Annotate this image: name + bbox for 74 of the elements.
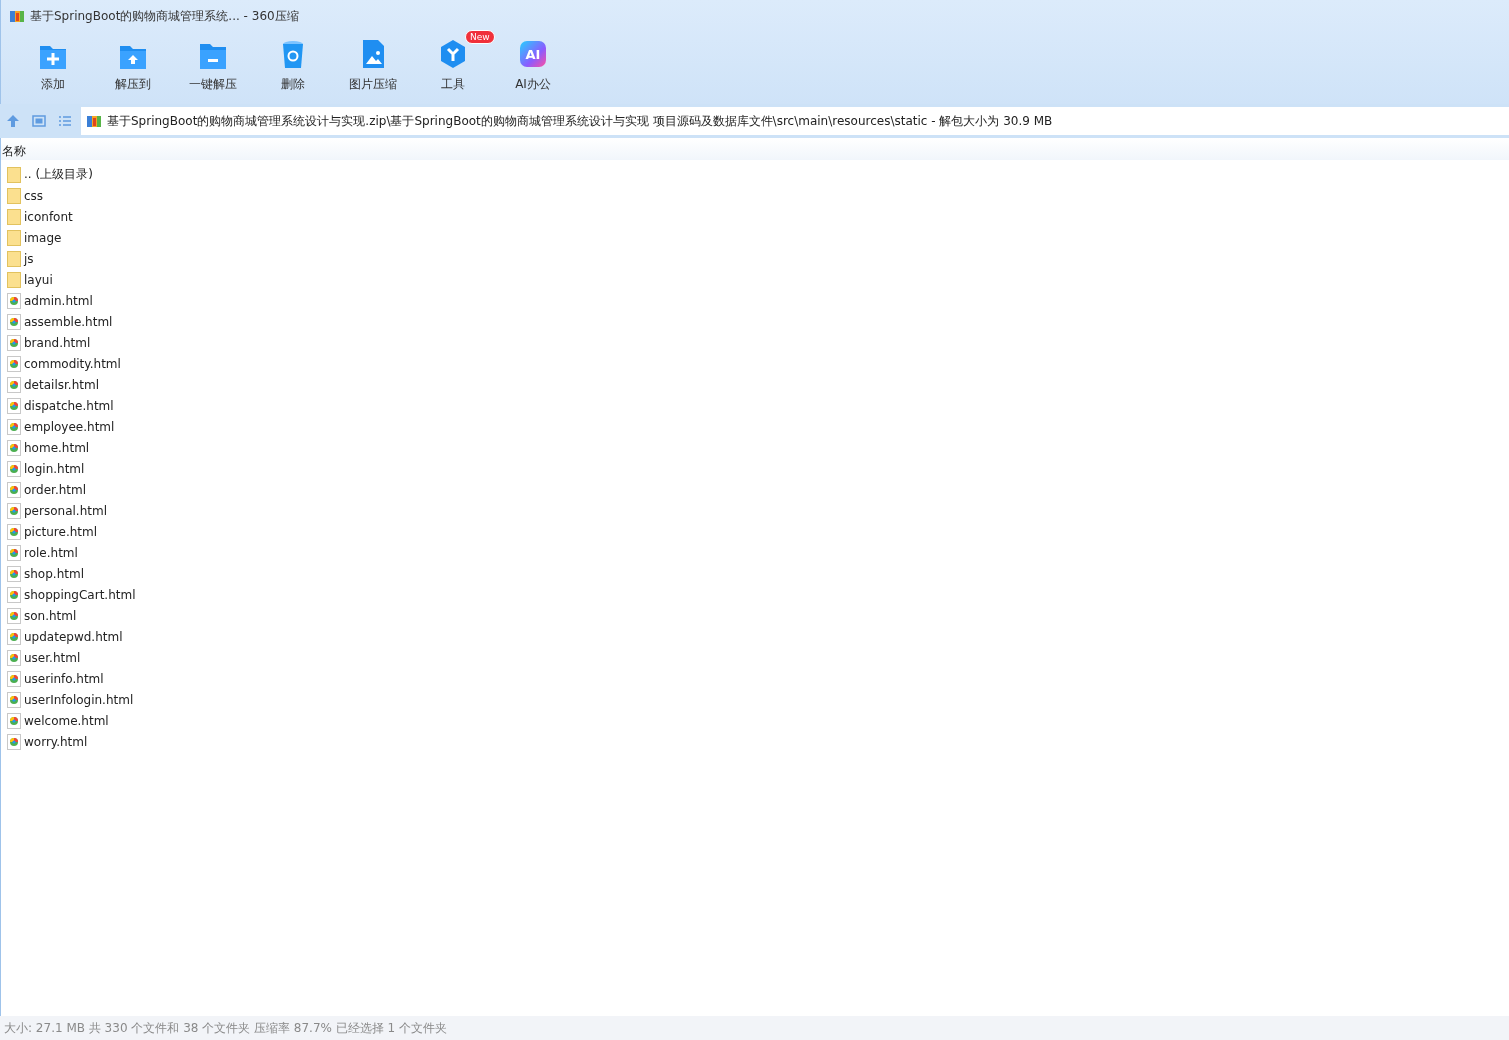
view-icon[interactable] bbox=[32, 114, 46, 128]
web-file-icon bbox=[7, 355, 21, 372]
file-name[interactable]: order.html bbox=[24, 482, 87, 497]
file-name[interactable]: employee.html bbox=[24, 419, 115, 434]
file-name[interactable]: iconfont bbox=[24, 209, 73, 224]
file-name[interactable]: updatepwd.html bbox=[24, 629, 123, 644]
archive-icon bbox=[86, 113, 102, 129]
web-file-icon bbox=[7, 670, 21, 687]
web-file-icon bbox=[7, 418, 21, 435]
window-title: 基于SpringBoot的购物商城管理系统... - 360压缩 bbox=[30, 7, 299, 25]
ai-icon: AI bbox=[517, 38, 549, 70]
file-name[interactable]: js bbox=[24, 251, 34, 266]
file-name[interactable]: shop.html bbox=[24, 566, 84, 581]
folder-icon bbox=[7, 166, 21, 183]
web-file-icon bbox=[7, 565, 21, 582]
file-name[interactable]: login.html bbox=[24, 461, 85, 476]
web-file-icon bbox=[7, 523, 21, 540]
file-name[interactable]: welcome.html bbox=[24, 713, 109, 728]
folder-icon bbox=[7, 208, 21, 225]
toolbar-button[interactable]: 一键解压 bbox=[173, 32, 253, 104]
web-file-icon bbox=[7, 439, 21, 456]
file-name[interactable]: assemble.html bbox=[24, 314, 113, 329]
toolbar-button[interactable]: 工具 New bbox=[413, 32, 493, 104]
toolbar-button[interactable]: 解压到 bbox=[93, 32, 173, 104]
web-file-icon bbox=[7, 628, 21, 645]
address-path: 基于SpringBoot的购物商城管理系统设计与实现.zip\基于SpringBoot的购物商城管理系统设计与实现 项目源码及数据库文件\src\main\resources\static - 解包大小为 30.9 MB bbox=[107, 112, 1053, 130]
file-name[interactable]: userInfologin.html bbox=[24, 692, 134, 707]
file-name[interactable]: shoppingCart.html bbox=[24, 587, 136, 602]
status-text: 大小: 27.1 MB 共 330 个文件和 38 个文件夹 压缩率 87.7% 已经选择 1 个文件夹 bbox=[4, 1019, 448, 1037]
folder-icon bbox=[7, 187, 21, 204]
list-view-icon[interactable] bbox=[58, 114, 72, 128]
web-file-icon bbox=[7, 460, 21, 477]
file-name[interactable]: .. (上级目录) bbox=[24, 166, 93, 183]
file-name[interactable]: personal.html bbox=[24, 503, 107, 518]
file-name[interactable]: commodity.html bbox=[24, 356, 121, 371]
web-file-icon bbox=[7, 649, 21, 666]
web-file-icon bbox=[7, 334, 21, 351]
toolbar-button[interactable]: 图片压缩 bbox=[333, 32, 413, 104]
web-file-icon bbox=[7, 292, 21, 309]
archive-icon bbox=[9, 8, 25, 24]
folder-icon bbox=[7, 229, 21, 246]
web-file-icon bbox=[7, 502, 21, 519]
file-name[interactable]: home.html bbox=[24, 440, 90, 455]
file-name[interactable]: worry.html bbox=[24, 734, 88, 749]
file-name[interactable]: admin.html bbox=[24, 293, 93, 308]
folder-icon bbox=[7, 271, 21, 288]
toolbar-button[interactable]: 添加 bbox=[13, 32, 93, 104]
up-arrow-icon[interactable] bbox=[6, 114, 20, 128]
web-file-icon bbox=[7, 712, 21, 729]
file-name[interactable]: layui bbox=[24, 272, 53, 287]
file-name[interactable]: dispatche.html bbox=[24, 398, 114, 413]
web-file-icon bbox=[7, 586, 21, 603]
web-file-icon bbox=[7, 376, 21, 393]
file-name[interactable]: role.html bbox=[24, 545, 78, 560]
web-file-icon bbox=[7, 397, 21, 414]
web-file-icon bbox=[7, 544, 21, 561]
file-name[interactable]: css bbox=[24, 188, 44, 203]
file-name[interactable]: brand.html bbox=[24, 335, 91, 350]
web-file-icon bbox=[7, 481, 21, 498]
web-file-icon bbox=[7, 313, 21, 330]
folder-icon bbox=[7, 250, 21, 267]
file-name[interactable]: user.html bbox=[24, 650, 81, 665]
web-file-icon bbox=[7, 733, 21, 750]
new-badge: New bbox=[465, 30, 495, 44]
web-file-icon bbox=[7, 691, 21, 708]
toolbar-button[interactable]: 删除 bbox=[253, 32, 333, 104]
file-name[interactable]: picture.html bbox=[24, 524, 98, 539]
file-name[interactable]: userinfo.html bbox=[24, 671, 104, 686]
toolbar-button[interactable]: AI AI办公 bbox=[493, 32, 573, 104]
web-file-icon bbox=[7, 607, 21, 624]
column-header[interactable]: 名称 bbox=[2, 143, 26, 160]
file-name[interactable]: image bbox=[24, 230, 62, 245]
file-name[interactable]: son.html bbox=[24, 608, 77, 623]
file-name[interactable]: detailsr.html bbox=[24, 377, 99, 392]
